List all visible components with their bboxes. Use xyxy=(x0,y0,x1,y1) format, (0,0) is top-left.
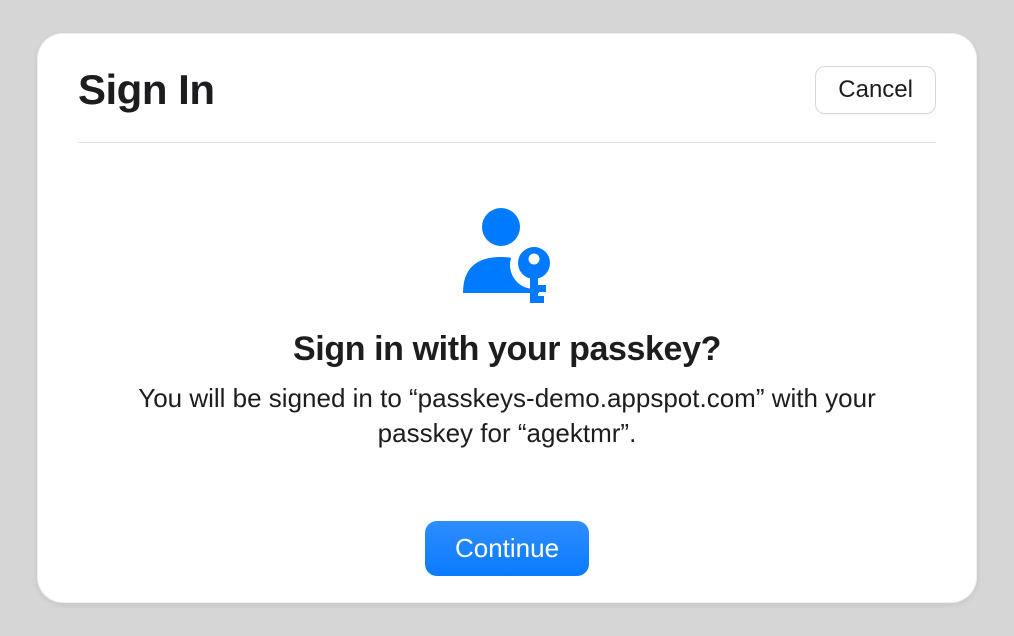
continue-button[interactable]: Continue xyxy=(425,521,589,576)
cancel-button[interactable]: Cancel xyxy=(815,66,936,114)
dialog-body: Sign in with your passkey? You will be s… xyxy=(78,143,936,576)
dialog-header: Sign In Cancel xyxy=(78,66,936,143)
prompt-heading: Sign in with your passkey? xyxy=(293,330,721,369)
dialog-title: Sign In xyxy=(78,66,215,114)
passkey-user-icon xyxy=(452,203,562,312)
sign-in-dialog: Sign In Cancel Sign in with xyxy=(37,33,977,603)
prompt-body-text: You will be signed in to “passkeys-demo.… xyxy=(117,381,897,451)
